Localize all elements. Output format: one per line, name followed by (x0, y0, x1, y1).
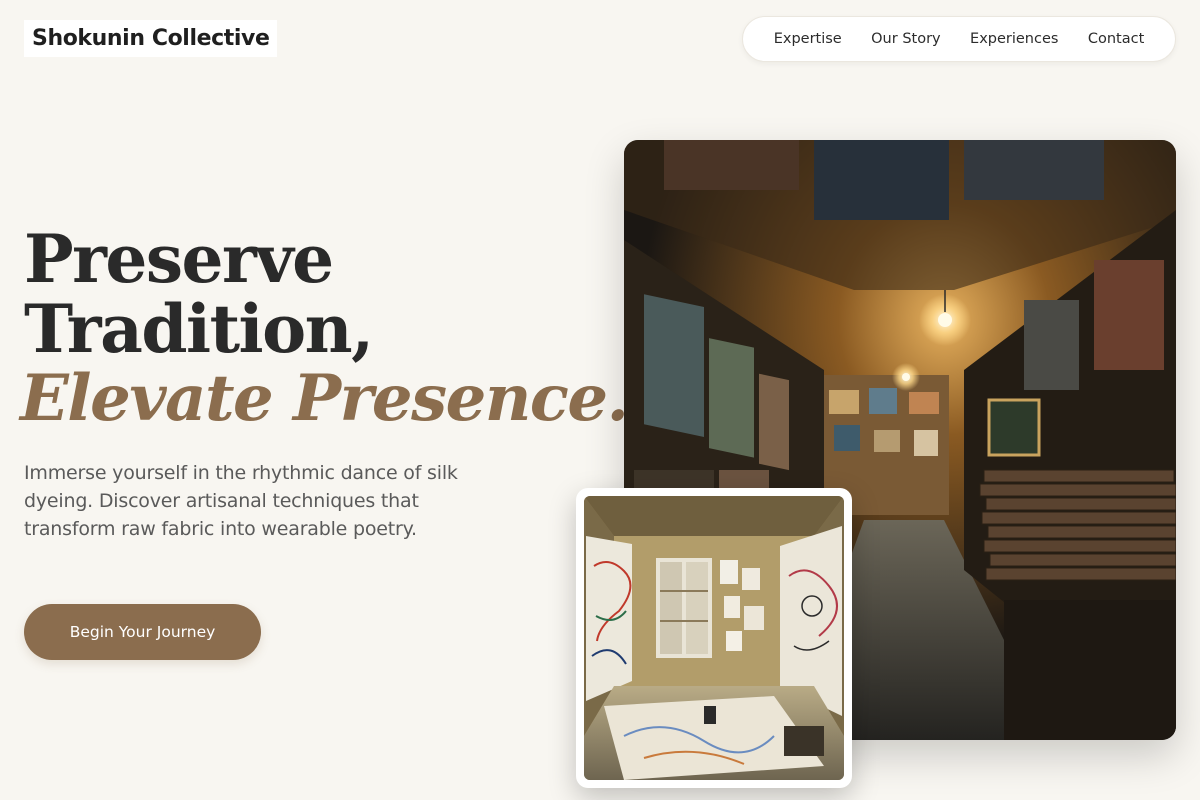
nav-link-expertise[interactable]: Expertise (774, 31, 842, 47)
art-studio-illustration (584, 496, 844, 780)
headline-line-2: Tradition, (24, 290, 374, 368)
nav-link-experiences[interactable]: Experiences (970, 31, 1058, 47)
art-studio-photo (584, 496, 844, 780)
begin-journey-button[interactable]: Begin Your Journey (24, 604, 261, 660)
hero-lead-text: Immerse yourself in the rhythmic dance o… (24, 462, 458, 540)
landing-page: Shokunin Collective Expertise Our Story … (0, 0, 1200, 800)
studio-photo-card (576, 488, 852, 788)
main-nav: Expertise Our Story Experiences Contact (742, 16, 1176, 62)
headline-accent: Elevate Presence. (20, 361, 629, 436)
nav-link-contact[interactable]: Contact (1088, 31, 1144, 47)
brand-logo[interactable]: Shokunin Collective (24, 20, 278, 57)
headline-line-1: Preserve (24, 220, 334, 298)
hero-headline: Preserve Tradition, Elevate Presence. (20, 220, 629, 434)
nav-link-our-story[interactable]: Our Story (871, 31, 940, 47)
